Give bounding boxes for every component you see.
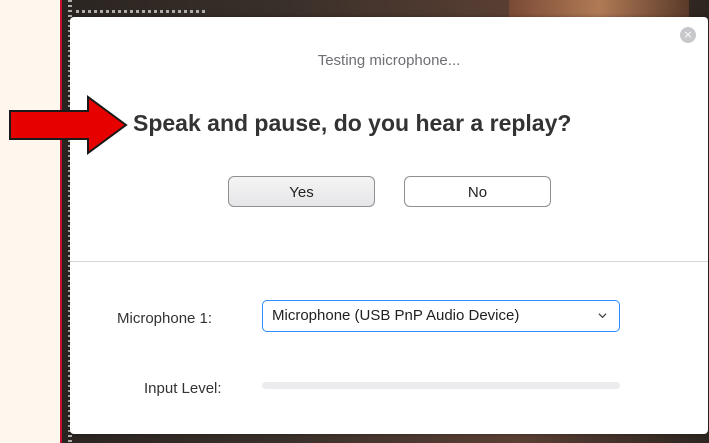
chevron-down-icon <box>598 313 607 319</box>
input-level-label: Input Level: <box>144 380 222 397</box>
section-divider <box>70 261 708 262</box>
close-icon[interactable]: × <box>680 27 696 43</box>
yes-button[interactable]: Yes <box>228 176 375 207</box>
red-arrow-icon <box>9 95 128 155</box>
testing-status-text: Testing microphone... <box>317 52 461 69</box>
replay-question: Speak and pause, do you hear a replay? <box>133 110 572 136</box>
microphone-label: Microphone 1: <box>117 310 213 327</box>
test-speaker-microphone-dialog <box>70 17 708 434</box>
microphone-selected-value: Microphone (USB PnP Audio Device) <box>272 307 520 324</box>
microphone-select[interactable]: Microphone (USB PnP Audio Device) <box>262 300 620 332</box>
no-button[interactable]: No <box>404 176 551 207</box>
dotted-border-top <box>76 10 206 13</box>
input-level-meter <box>262 382 620 389</box>
